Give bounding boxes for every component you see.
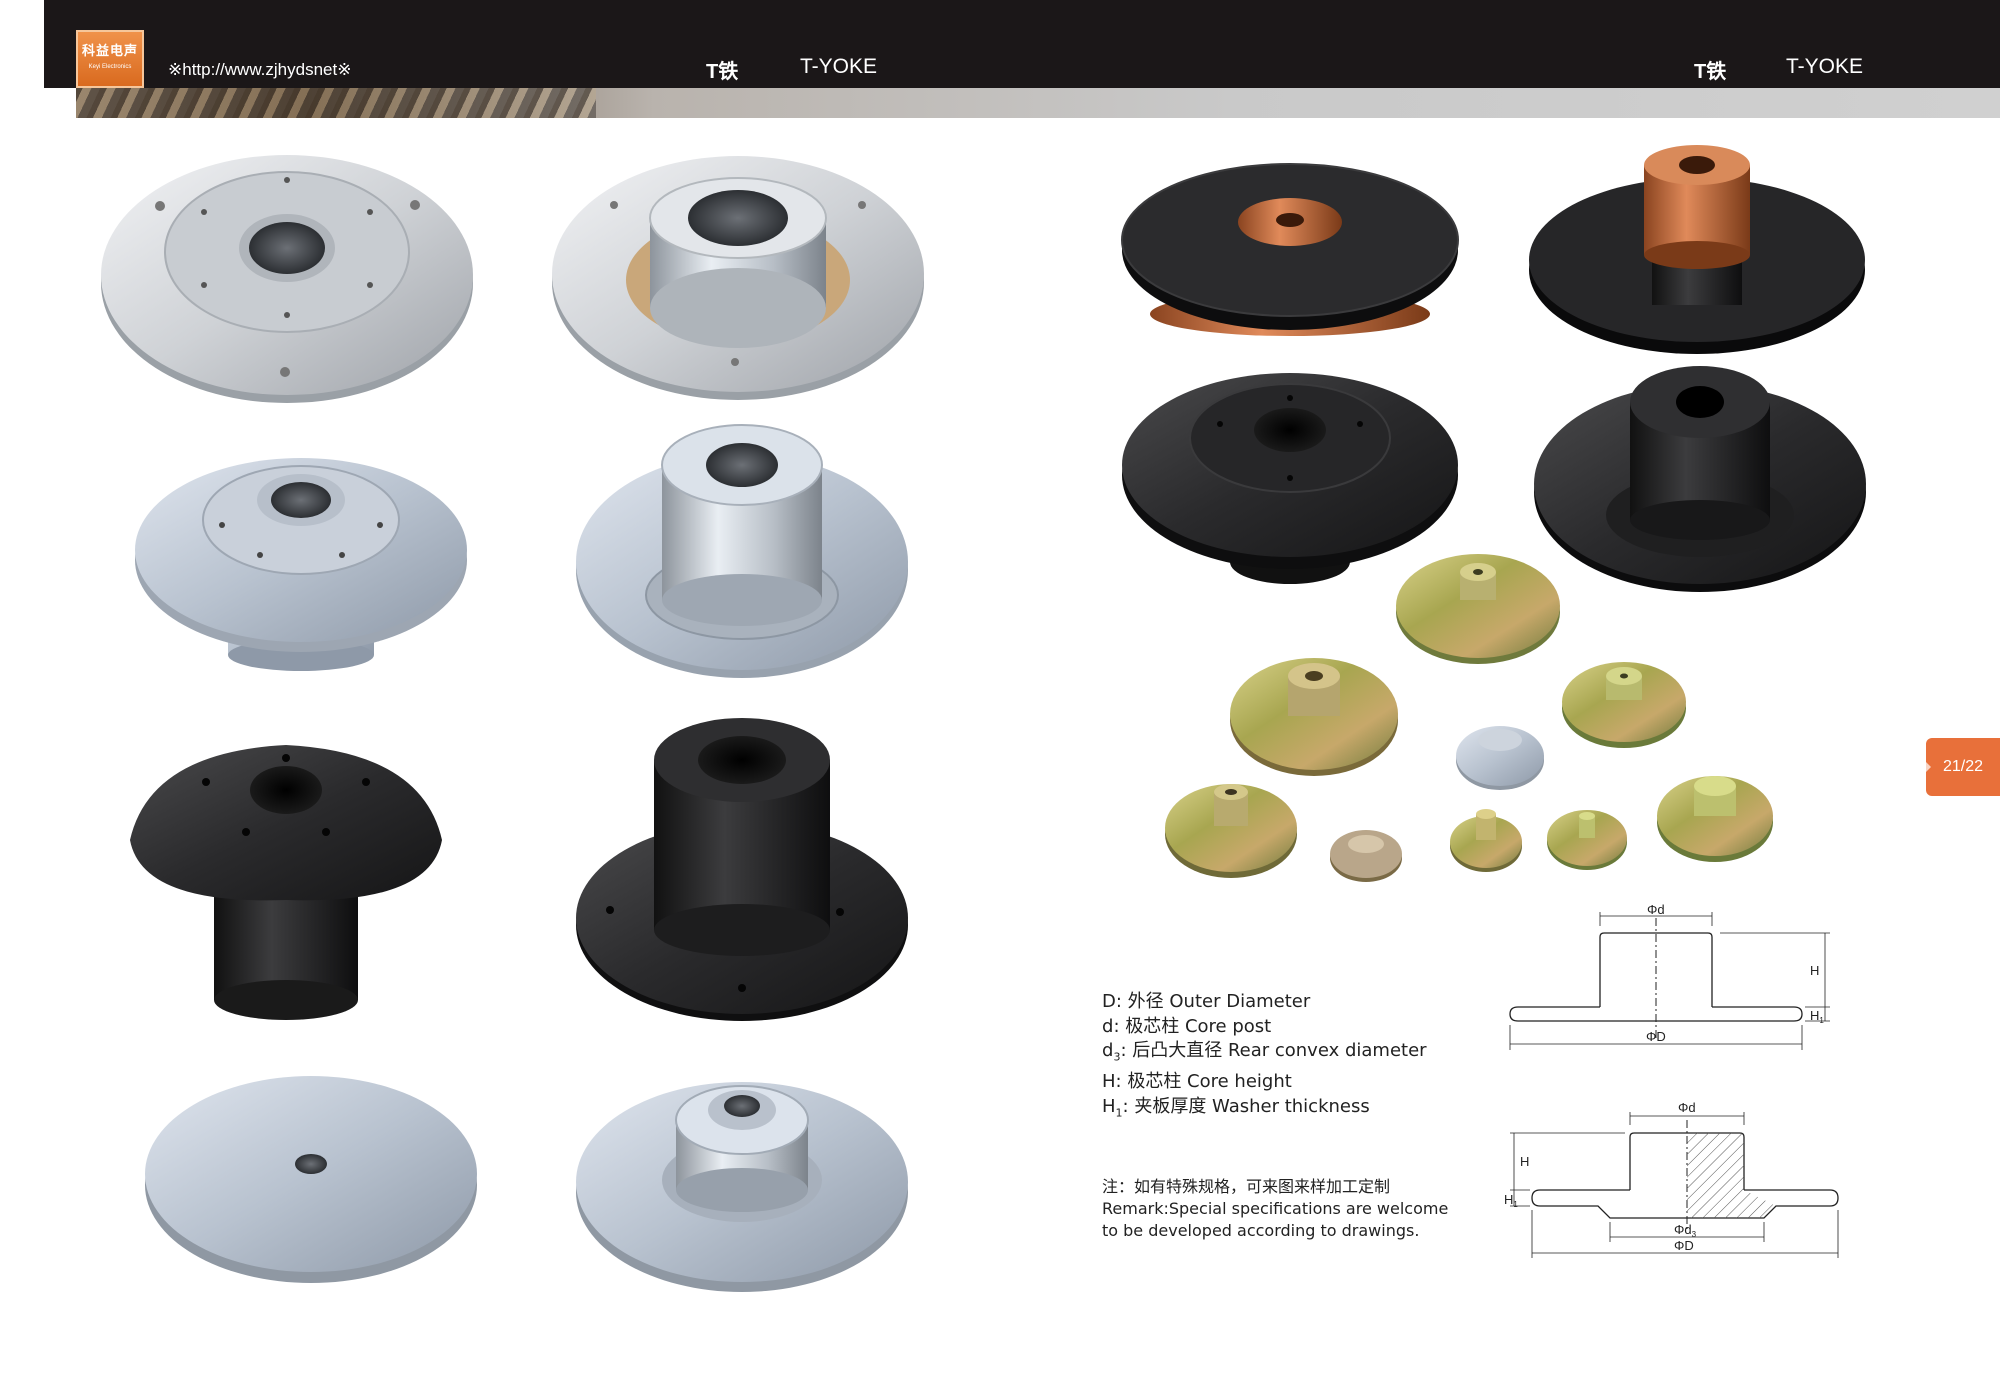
product-silver-stepped-yoke [135,458,467,671]
product-silver-flat-plate [101,155,473,403]
label-h-top: H [1810,963,1819,978]
legend-item: H1: 夹板厚度 Washer thickness [1102,1095,1370,1120]
label-h-bottom: H [1520,1154,1529,1169]
product-black-flared-yoke [130,745,442,1020]
label-h1-bottom: H1 [1504,1192,1518,1209]
diagram-top [1509,912,1830,1050]
remark-en-line2: to be developed according to drawings. [1102,1221,1420,1240]
remark-zh: 注：如有特殊规格，可来图来样加工定制 [1102,1177,1391,1196]
label-d3-bottom: Φd3 [1674,1222,1697,1239]
dimension-legend: D: 外径 Outer Diameter d: 极芯柱 Core post d3… [1102,990,1427,1126]
product-black-tall-core-yoke [576,718,908,1021]
product-silver-plate-with-core [552,156,924,400]
product-black-disc-copper-core [1529,145,1865,354]
label-dd-bottom: ΦD [1674,1238,1694,1253]
legend-item: d: 极芯柱 Core post [1102,1015,1272,1037]
product-silver-disc-with-core [576,1082,908,1292]
product-silver-tall-core-yoke [576,424,908,678]
label-h1-top: H1 [1810,1008,1824,1025]
product-black-recessed-yoke [1122,373,1458,584]
product-black-core-yoke [1534,366,1866,592]
remark-note: 注：如有特殊规格，可来图来样加工定制 Remark:Special specif… [1102,1176,1448,1242]
legend-item: H: 极芯柱 Core height [1102,1071,1292,1093]
label-dd-top: ΦD [1646,1029,1666,1044]
label-d-top: Φd [1647,902,1665,917]
product-small-brass-yokes [1165,554,1773,882]
legend-item: d3: 后凸大直径 Rear convex diameter [1102,1040,1427,1064]
product-silver-disc [145,1076,477,1283]
product-black-patterned-disc [1121,163,1459,336]
technical-diagrams: Φd H H1 ΦD Φd H H1 Φd3 ΦD [1504,902,1839,1258]
legend-item: D: 外径 Outer Diameter [1102,991,1311,1012]
remark-en-line1: Remark:Special specifications are welcom… [1102,1199,1449,1218]
label-d-bottom: Φd [1678,1100,1696,1115]
